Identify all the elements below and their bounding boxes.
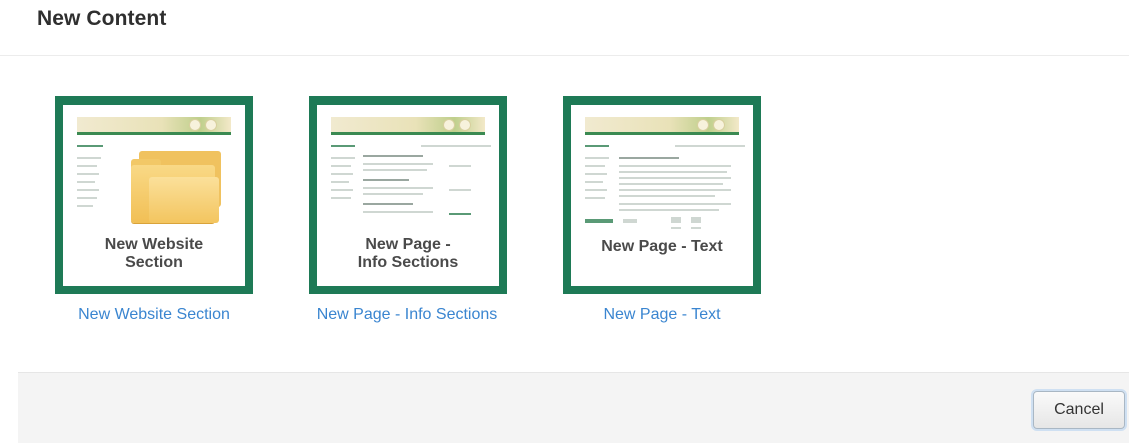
thumbnail-caption-line: New Page - [365, 236, 451, 253]
thumbnail-caption: New Page - Text [579, 238, 745, 256]
thumbnail-caption-line: Section [125, 254, 183, 271]
thumbnail-banner [77, 117, 231, 135]
folder-icon [131, 151, 221, 223]
tile-link-new-website-section[interactable]: New Website Section [24, 306, 284, 324]
dialog-title: New Content [37, 7, 167, 30]
tile-link-new-page-text[interactable]: New Page - Text [532, 306, 792, 324]
thumbnail-caption-line: New Website [104, 236, 204, 253]
tile-link-new-page-info-sections[interactable]: New Page - Info Sections [277, 306, 537, 324]
cancel-button[interactable]: Cancel [1033, 391, 1125, 429]
thumbnail-banner [331, 117, 485, 135]
tile-new-page-info-sections[interactable]: New Page - Info Sections New Page - Info… [277, 96, 537, 336]
thumbnail-preview: New Website Section [71, 113, 237, 278]
thumbnail-caption: New Page - Info Sections [325, 230, 491, 278]
thumbnail-preview: New Page - Info Sections [325, 113, 491, 278]
dialog-header: New Content [0, 0, 1129, 56]
tile-new-page-text[interactable]: New Page - Text New Page - Text [532, 96, 792, 336]
thumbnail-caption: New Website Section [71, 230, 237, 278]
thumbnail-caption-line: New Page - Text [601, 238, 723, 255]
content-type-list: New Website Section New Website Section [0, 56, 1129, 371]
tile-thumbnail[interactable]: New Page - Text [563, 96, 761, 294]
tile-thumbnail[interactable]: New Page - Info Sections [309, 96, 507, 294]
tile-thumbnail[interactable]: New Website Section [55, 96, 253, 294]
dialog-footer: Cancel [18, 372, 1129, 443]
thumbnail-caption-line: Info Sections [357, 254, 459, 271]
thumbnail-preview: New Page - Text [579, 113, 745, 278]
thumbnail-banner [585, 117, 739, 135]
new-content-dialog: New Content New Website Section New Webs… [0, 0, 1129, 443]
tile-new-website-section[interactable]: New Website Section New Website Section [24, 96, 284, 336]
